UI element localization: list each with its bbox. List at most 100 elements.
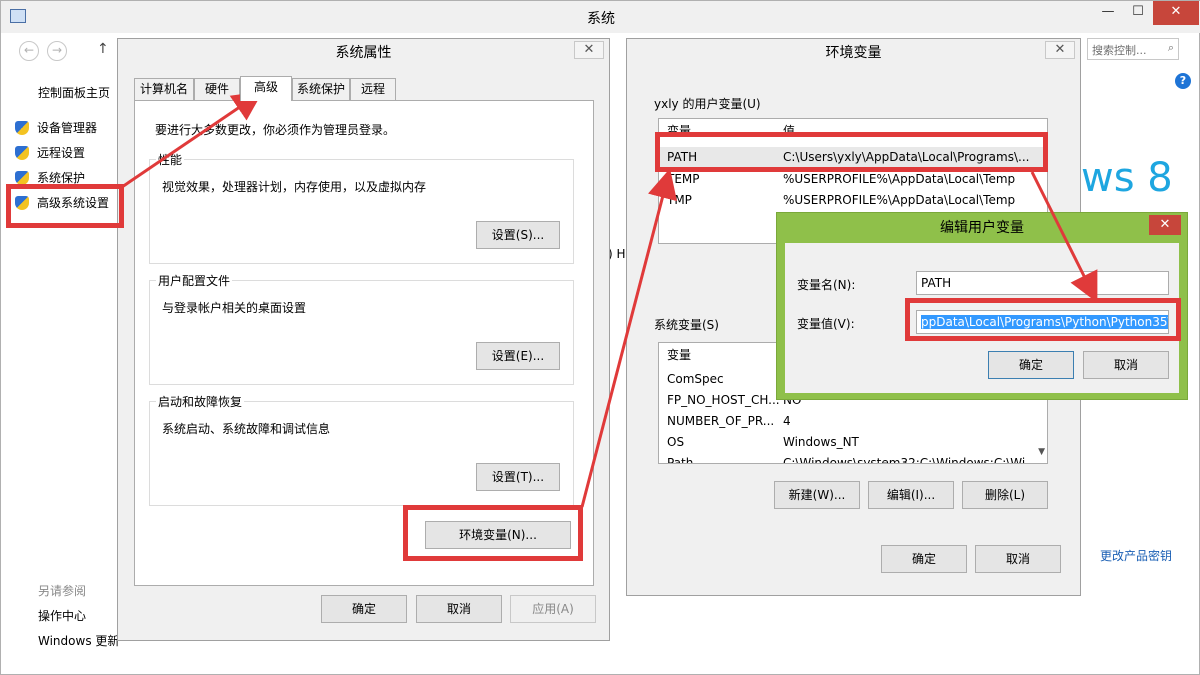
shield-icon <box>15 171 29 185</box>
sidebar-item-remote-settings[interactable]: 远程设置 <box>15 144 85 161</box>
also-see-heading: 另请参阅 <box>38 584 87 598</box>
tab-advanced[interactable]: 高级 <box>240 76 292 101</box>
admin-note: 要进行大多数更改，你必须作为管理员登录。 <box>155 123 396 137</box>
dialog-title: 系统属性 <box>335 45 392 61</box>
column-header-value: 值 <box>783 124 796 138</box>
variable-name: FP_NO_HOST_CH... <box>667 393 780 407</box>
variable-name: PATH <box>667 150 698 164</box>
edit-variable-button[interactable]: 编辑(I)... <box>868 481 954 509</box>
new-variable-button[interactable]: 新建(W)... <box>774 481 860 509</box>
close-icon[interactable]: ✕ <box>574 41 604 59</box>
group-label: 性能 <box>156 151 185 168</box>
search-input[interactable]: 搜索控制... ⌕ <box>1087 38 1179 60</box>
tab-system-protection[interactable]: 系统保护 <box>292 78 350 100</box>
edit-dialog-body: 变量名(N): PATH 变量值(V): ppData\Local\Progra… <box>785 243 1179 393</box>
back-arrow-icon[interactable]: ← <box>19 41 39 61</box>
variable-value-field[interactable]: ppData\Local\Programs\Python\Python35\ <box>916 310 1169 334</box>
minimize-button[interactable]: — <box>1093 1 1123 25</box>
windows-update-link[interactable]: Windows 更新 <box>38 632 119 649</box>
sidebar-item-label: 系统保护 <box>37 171 86 185</box>
control-panel-home-link[interactable]: 控制面板主页 <box>38 84 110 101</box>
edit-user-variable-dialog: 编辑用户变量 ✕ 变量名(N): PATH 变量值(V): ppData\Loc… <box>776 212 1188 400</box>
variable-value: Windows_NT <box>783 435 859 449</box>
list-item[interactable]: PATH C:\Users\yxly\AppData\Local\Program… <box>659 147 1047 167</box>
apply-button[interactable]: 应用(A) <box>510 595 596 623</box>
edit-cancel-button[interactable]: 取消 <box>1083 351 1169 379</box>
startup-settings-button[interactable]: 设置(T)... <box>476 463 560 491</box>
variable-value: 4 <box>783 414 791 428</box>
group-description: 与登录帐户相关的桌面设置 <box>162 301 307 315</box>
up-arrow-icon[interactable]: ↑ <box>97 41 109 57</box>
help-icon[interactable]: ? <box>1175 73 1191 89</box>
variable-value: %USERPROFILE%\AppData\Local\Temp <box>783 172 1016 186</box>
variable-name: TEMP <box>667 172 700 186</box>
search-placeholder: 搜索控制... <box>1092 44 1147 57</box>
action-center-link[interactable]: 操作中心 <box>38 607 86 624</box>
advanced-tab-panel: 要进行大多数更改，你必须作为管理员登录。 性能 视觉效果，处理器计划，内存使用，… <box>134 100 594 586</box>
column-header-variable: 变量 <box>667 124 692 138</box>
ok-button[interactable]: 确定 <box>321 595 407 623</box>
sidebar-item-label: 远程设置 <box>37 146 86 160</box>
variable-name: Path <box>667 456 694 464</box>
column-header-variable: 变量 <box>667 348 692 362</box>
list-item[interactable]: TEMP %USERPROFILE%\AppData\Local\Temp <box>659 169 1047 189</box>
system-variables-label: 系统变量(S) <box>654 318 719 332</box>
list-item[interactable]: TMP %USERPROFILE%\AppData\Local\Temp <box>659 190 1047 210</box>
list-item[interactable]: NUMBER_OF_PR... 4 <box>659 411 1047 431</box>
shield-icon <box>15 121 29 135</box>
variable-value-text: ppData\Local\Programs\Python\Python35\ <box>921 315 1168 329</box>
search-icon[interactable]: ⌕ <box>1168 41 1174 55</box>
sidebar-item-label: 高级系统设置 <box>37 196 110 210</box>
group-description: 系统启动、系统故障和调试信息 <box>162 422 331 436</box>
variable-name: NUMBER_OF_PR... <box>667 414 775 428</box>
sidebar-item-system-protection[interactable]: 系统保护 <box>15 169 85 186</box>
performance-settings-button[interactable]: 设置(S)... <box>476 221 560 249</box>
variable-value: C:\Windows\system32;C:\Windows;C:\Wi <box>783 456 1026 464</box>
list-item[interactable]: OS Windows_NT <box>659 432 1047 452</box>
windows-logo-text: ws 8 <box>1081 155 1173 201</box>
variable-name: TMP <box>667 193 692 207</box>
group-label: 启动和故障恢复 <box>156 393 245 410</box>
group-label: 用户配置文件 <box>156 272 233 289</box>
variable-value-label: 变量值(V): <box>797 317 855 331</box>
title-bar: 系统 — ☐ ✕ <box>1 1 1200 33</box>
dialog-title: 编辑用户变量 <box>940 220 1024 236</box>
shield-icon <box>15 196 29 210</box>
sidebar-item-device-manager[interactable]: 设备管理器 <box>15 119 97 136</box>
environment-variables-button[interactable]: 环境变量(N)... <box>425 521 571 549</box>
close-button[interactable]: ✕ <box>1153 1 1199 25</box>
tab-remote[interactable]: 远程 <box>350 78 396 100</box>
shield-icon <box>15 146 29 160</box>
variable-value: %USERPROFILE%\AppData\Local\Temp <box>783 193 1016 207</box>
maximize-button[interactable]: ☐ <box>1123 1 1153 25</box>
partial-background-text: ) H <box>608 247 626 261</box>
variable-name: OS <box>667 435 685 449</box>
scroll-down-icon[interactable]: ▼ <box>1038 447 1045 457</box>
startup-recovery-group: 启动和故障恢复 系统启动、系统故障和调试信息 设置(T)... <box>149 393 574 506</box>
close-icon[interactable]: ✕ <box>1045 41 1075 59</box>
change-product-key-link[interactable]: 更改产品密钥 <box>1100 547 1172 564</box>
variable-value: C:\Users\yxly\AppData\Local\Programs\... <box>783 150 1030 164</box>
sidebar-item-advanced-settings[interactable]: 高级系统设置 <box>15 194 109 211</box>
close-icon[interactable]: ✕ <box>1149 215 1181 235</box>
variable-name-field[interactable]: PATH <box>916 271 1169 295</box>
forward-arrow-icon[interactable]: → <box>47 41 67 61</box>
user-profiles-group: 用户配置文件 与登录帐户相关的桌面设置 设置(E)... <box>149 272 574 385</box>
group-description: 视觉效果，处理器计划，内存使用，以及虚拟内存 <box>162 180 427 194</box>
sidebar-item-label: 设备管理器 <box>37 121 98 135</box>
list-item[interactable]: Path C:\Windows\system32;C:\Windows;C:\W… <box>659 453 1047 464</box>
window-title: 系统 <box>587 11 615 27</box>
tab-computer-name[interactable]: 计算机名 <box>134 78 194 100</box>
tab-hardware[interactable]: 硬件 <box>194 78 240 100</box>
variable-name: ComSpec <box>667 372 724 386</box>
dialog-title: 环境变量 <box>825 45 882 61</box>
env-ok-button[interactable]: 确定 <box>881 545 967 573</box>
env-cancel-button[interactable]: 取消 <box>975 545 1061 573</box>
variable-name-value: PATH <box>921 276 952 290</box>
cancel-button[interactable]: 取消 <box>416 595 502 623</box>
list-header: 变量 值 <box>659 121 1047 141</box>
user-profiles-settings-button[interactable]: 设置(E)... <box>476 342 560 370</box>
delete-variable-button[interactable]: 删除(L) <box>962 481 1048 509</box>
edit-ok-button[interactable]: 确定 <box>988 351 1074 379</box>
variable-name-label: 变量名(N): <box>797 278 856 292</box>
